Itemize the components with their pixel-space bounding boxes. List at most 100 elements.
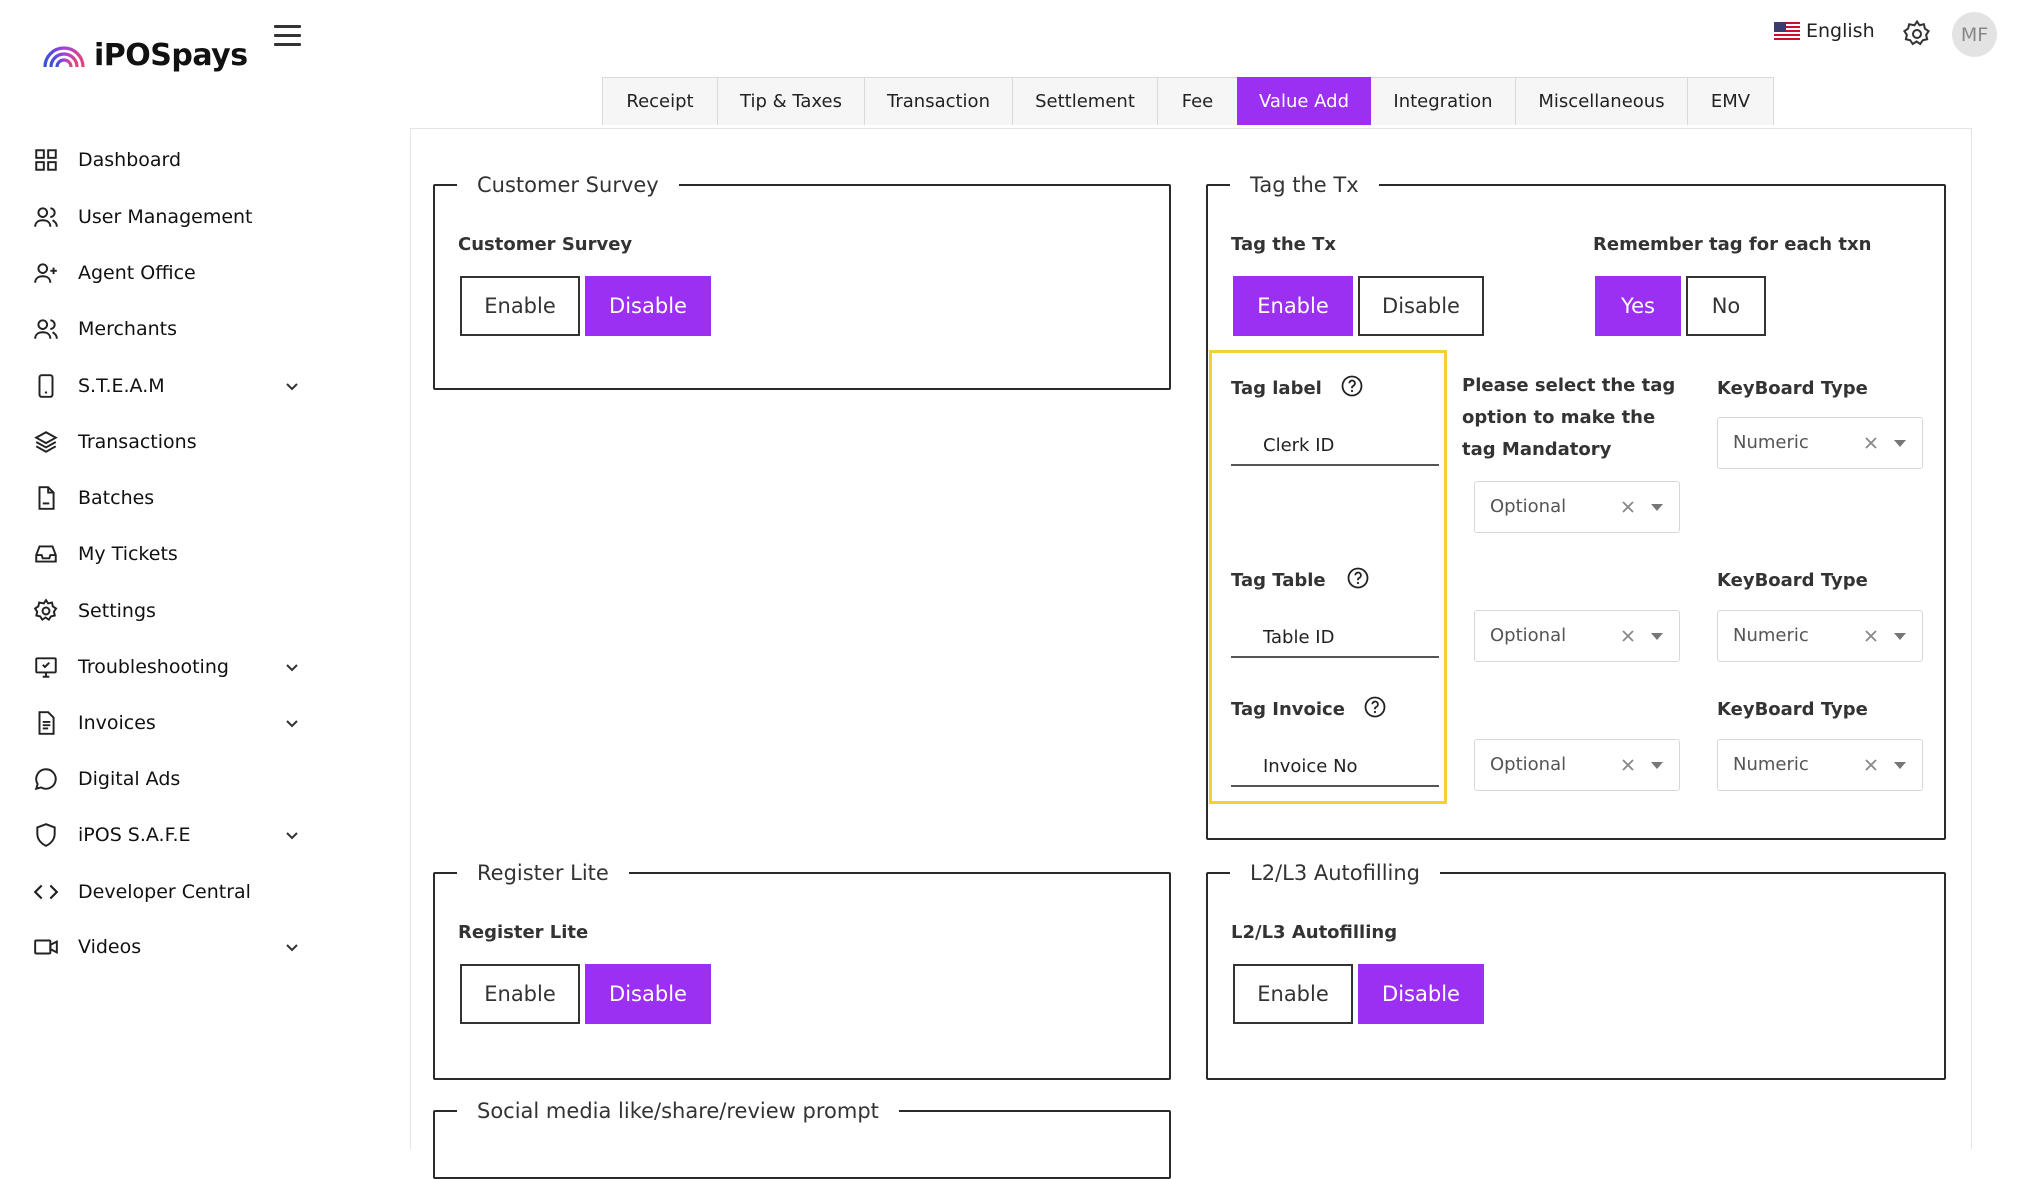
customer-survey-enable-button[interactable]: Enable: [460, 276, 580, 336]
l2l3-autofilling-label: L2/L3 Autofilling: [1231, 922, 1398, 943]
dropdown-arrow-icon: [1894, 633, 1906, 640]
tag-table-input[interactable]: [1231, 618, 1439, 658]
sidebar-item-label: My Tickets: [78, 543, 178, 565]
users-icon: [34, 207, 58, 227]
settings-tabs: Receipt Tip & Taxes Transaction Settleme…: [602, 77, 1774, 127]
tab-value-add[interactable]: Value Add: [1237, 77, 1371, 125]
sidebar-item-label: Agent Office: [78, 262, 196, 284]
customer-survey-disable-button[interactable]: Disable: [585, 276, 711, 336]
chevron-down-icon: [286, 832, 298, 840]
chat-icon: [34, 768, 57, 791]
document-icon: [38, 486, 55, 510]
language-selector[interactable]: English: [1774, 20, 1875, 42]
help-circle-icon[interactable]: [1363, 695, 1387, 719]
sidebar-item-merchants[interactable]: Merchants: [0, 304, 320, 354]
select-value: Optional: [1490, 754, 1567, 775]
l2l3-disable-button[interactable]: Disable: [1358, 964, 1484, 1024]
clear-icon[interactable]: [1621, 500, 1635, 514]
dropdown-arrow-icon: [1894, 440, 1906, 447]
sidebar-item-label: Videos: [78, 936, 142, 958]
help-circle-icon[interactable]: [1346, 566, 1370, 590]
tab-receipt[interactable]: Receipt: [602, 77, 718, 125]
tag-label-label: Tag label: [1231, 378, 1322, 399]
sidebar-item-invoices[interactable]: Invoices: [0, 698, 320, 748]
shield-icon: [36, 823, 56, 847]
clear-icon[interactable]: [1621, 629, 1635, 643]
tag-the-tx-disable-button[interactable]: Disable: [1358, 276, 1484, 336]
clear-icon[interactable]: [1864, 436, 1878, 450]
user-plus-icon: [34, 263, 57, 283]
register-lite-label: Register Lite: [458, 922, 589, 943]
menu-toggle-button[interactable]: [272, 22, 306, 52]
clear-icon[interactable]: [1864, 629, 1878, 643]
sidebar-item-dashboard[interactable]: Dashboard: [0, 135, 320, 185]
dashboard-icon: [35, 149, 57, 171]
dropdown-arrow-icon: [1651, 504, 1663, 511]
sidebar-item-label: Transactions: [78, 431, 197, 453]
tag-table-option-select[interactable]: Optional: [1474, 610, 1680, 662]
rainbow-logo-icon: [43, 45, 85, 67]
tab-miscellaneous[interactable]: Miscellaneous: [1515, 77, 1688, 125]
code-icon: [33, 884, 59, 900]
select-value: Optional: [1490, 496, 1567, 517]
tab-tip-taxes[interactable]: Tip & Taxes: [717, 77, 865, 125]
select-value: Optional: [1490, 625, 1567, 646]
help-circle-icon[interactable]: [1340, 374, 1364, 398]
sidebar: iPOSpays Dashboard User Management Agent…: [0, 0, 345, 1138]
sidebar-item-steam[interactable]: S.T.E.A.M: [0, 361, 320, 411]
users-icon: [34, 319, 58, 339]
tag-table-label: Tag Table: [1231, 570, 1326, 591]
section-legend: L2/L3 Autofilling: [1250, 861, 1420, 885]
tag-invoice-keyboard-select[interactable]: Numeric: [1717, 739, 1923, 791]
sidebar-item-label: Developer Central: [78, 881, 251, 903]
register-lite-enable-button[interactable]: Enable: [460, 964, 580, 1024]
chevron-down-icon: [286, 383, 298, 391]
tab-transaction[interactable]: Transaction: [864, 77, 1013, 125]
logo[interactable]: iPOSpays: [42, 38, 248, 73]
remember-tag-yes-button[interactable]: Yes: [1595, 276, 1681, 336]
section-legend: Register Lite: [477, 861, 609, 885]
sidebar-item-developer-central[interactable]: Developer Central: [0, 867, 320, 917]
tab-fee[interactable]: Fee: [1157, 77, 1238, 125]
sidebar-item-label: Merchants: [78, 318, 177, 340]
tag-label-input[interactable]: [1231, 426, 1439, 466]
tag-label-option-select[interactable]: Optional: [1474, 481, 1680, 533]
sidebar-item-label: Settings: [78, 600, 156, 622]
tag-the-tx-label: Tag the Tx: [1231, 234, 1337, 255]
section-legend: Customer Survey: [477, 173, 659, 197]
sidebar-item-settings[interactable]: Settings: [0, 586, 320, 636]
tag-table-keyboard-select[interactable]: Numeric: [1717, 610, 1923, 662]
tag-the-tx-enable-button[interactable]: Enable: [1233, 276, 1353, 336]
sidebar-item-user-management[interactable]: User Management: [0, 192, 320, 242]
clear-icon[interactable]: [1621, 758, 1635, 772]
select-value: Numeric: [1733, 625, 1809, 646]
sidebar-item-transactions[interactable]: Transactions: [0, 417, 320, 467]
sidebar-item-label: S.T.E.A.M: [78, 375, 165, 397]
sidebar-item-ipos-safe[interactable]: iPOS S.A.F.E: [0, 810, 320, 860]
chevron-down-icon: [286, 664, 298, 672]
tab-emv[interactable]: EMV: [1687, 77, 1774, 125]
sidebar-item-batches[interactable]: Batches: [0, 473, 320, 523]
sidebar-item-videos[interactable]: Videos: [0, 922, 320, 972]
l2l3-enable-button[interactable]: Enable: [1233, 964, 1353, 1024]
sidebar-item-troubleshooting[interactable]: Troubleshooting: [0, 642, 320, 692]
settings-gear-icon[interactable]: [1902, 19, 1932, 49]
tab-settlement[interactable]: Settlement: [1012, 77, 1158, 125]
us-flag-icon: [1774, 22, 1800, 40]
select-value: Numeric: [1733, 754, 1809, 775]
clear-icon[interactable]: [1864, 758, 1878, 772]
remember-tag-no-button[interactable]: No: [1686, 276, 1766, 336]
tag-invoice-input[interactable]: [1231, 747, 1439, 787]
sidebar-item-agent-office[interactable]: Agent Office: [0, 248, 320, 298]
keyboard-type-label: KeyBoard Type: [1717, 378, 1868, 399]
mandatory-instructions: Please select the tag option to make the…: [1462, 375, 1676, 460]
sidebar-item-digital-ads[interactable]: Digital Ads: [0, 754, 320, 804]
sidebar-item-label: Digital Ads: [78, 768, 181, 790]
section-legend: Tag the Tx: [1250, 173, 1359, 197]
avatar[interactable]: MF: [1952, 12, 1997, 57]
tag-label-keyboard-select[interactable]: Numeric: [1717, 417, 1923, 469]
tag-invoice-option-select[interactable]: Optional: [1474, 739, 1680, 791]
sidebar-item-my-tickets[interactable]: My Tickets: [0, 529, 320, 579]
tab-integration[interactable]: Integration: [1370, 77, 1516, 125]
register-lite-disable-button[interactable]: Disable: [585, 964, 711, 1024]
